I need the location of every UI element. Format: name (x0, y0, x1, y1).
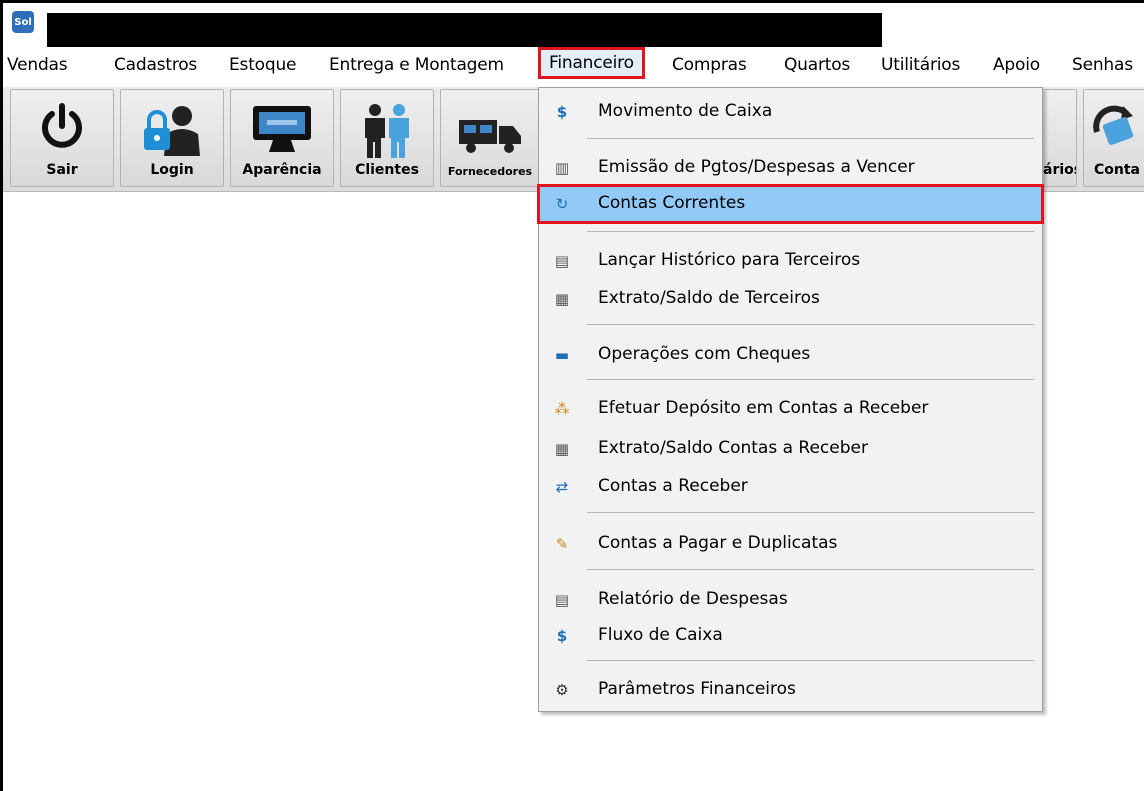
menu-separator (587, 660, 1034, 661)
pen-icon: ✎ (555, 535, 569, 553)
menu-item-parametros-financeiros[interactable]: ⚙ Parâmetros Financeiros (539, 672, 1042, 708)
toolbar-button-conta[interactable]: Conta (1083, 89, 1144, 187)
financeiro-dropdown-menu: $ Movimento de Caixa ▥ Emissão de Pgtos/… (537, 87, 1044, 712)
menu-item-label: Contas a Receber (598, 476, 748, 496)
calculator-icon: ▦ (554, 440, 570, 458)
bills-icon: ▥ (554, 159, 570, 177)
menu-item-label: Movimento de Caixa (598, 101, 773, 121)
toolbar-button-aparencia[interactable]: Aparência (230, 89, 334, 187)
toolbar-label: Conta (1094, 162, 1140, 178)
menu-item-label: Emissão de Pgtos/Despesas a Vencer (598, 157, 915, 177)
cash-register-icon: $ (556, 103, 568, 121)
monitor-icon (253, 106, 311, 152)
menu-item-movimento-de-caixa[interactable]: $ Movimento de Caixa (539, 94, 1042, 130)
cheque-icon: ▬ (554, 346, 570, 364)
menu-separator (587, 569, 1034, 570)
menu-entrega-e-montagem[interactable]: Entrega e Montagem (329, 55, 504, 75)
redacted-window-title (47, 13, 882, 48)
menu-apoio[interactable]: Apoio (993, 55, 1040, 75)
menu-item-label: Operações com Cheques (598, 344, 811, 364)
app-window: Sol Vendas Cadastros Estoque Entrega e M… (0, 0, 1144, 791)
menu-item-label: Extrato/Saldo de Terceiros (598, 288, 820, 308)
toolbar-label: ários (1043, 162, 1076, 178)
clipboard-add-icon: ▤ (554, 252, 570, 270)
toolbar-label: Aparência (242, 162, 322, 178)
receive-icon: ⇄ (555, 478, 569, 496)
menu-bar: Vendas Cadastros Estoque Entrega e Monta… (3, 47, 1144, 87)
menu-item-label: Lançar Histórico para Terceiros (598, 250, 861, 270)
toolbar-button-fornecedores[interactable]: Fornecedores (440, 89, 540, 187)
menu-item-contas-receber[interactable]: ⇄ Contas a Receber (539, 469, 1042, 505)
refresh-money-icon: ↻ (555, 195, 569, 213)
menu-item-label: Contas a Pagar e Duplicatas (598, 533, 838, 553)
cash-flow-icon: $ (556, 627, 568, 645)
menu-item-operacoes-cheques[interactable]: ▬ Operações com Cheques (539, 337, 1042, 373)
toolbar-label: Clientes (355, 162, 419, 178)
power-icon (42, 103, 82, 148)
app-logo-icon[interactable]: Sol (12, 11, 34, 33)
menu-vendas[interactable]: Vendas (7, 55, 68, 75)
menu-compras[interactable]: Compras (672, 55, 747, 75)
toolbar-button-login[interactable]: Login (120, 89, 224, 187)
calculator-icon: ▦ (554, 290, 570, 308)
menu-item-emissao-pgtos[interactable]: ▥ Emissão de Pgtos/Despesas a Vencer (539, 150, 1042, 186)
toolbar-label: Login (150, 162, 194, 178)
menu-item-extrato-contas-receber[interactable]: ▦ Extrato/Saldo Contas a Receber (539, 431, 1042, 467)
menu-item-label: Relatório de Despesas (598, 589, 788, 609)
toolbar-label: Fornecedores (447, 165, 533, 178)
menu-separator (587, 379, 1034, 380)
menu-estoque[interactable]: Estoque (229, 55, 296, 75)
menu-separator (587, 324, 1034, 325)
menu-quartos[interactable]: Quartos (784, 55, 850, 75)
people-icon (365, 104, 409, 158)
menu-item-fluxo-caixa[interactable]: $ Fluxo de Caixa (539, 618, 1042, 654)
menu-financeiro[interactable]: Financeiro (538, 47, 645, 79)
truck-icon (459, 120, 521, 153)
menu-cadastros[interactable]: Cadastros (114, 55, 197, 75)
gear-money-icon: ⚙ (555, 681, 569, 699)
menu-item-lancar-historico[interactable]: ▤ Lançar Histórico para Terceiros (539, 243, 1042, 279)
money-refresh-icon (1093, 105, 1134, 145)
menu-senhas[interactable]: Senhas (1072, 55, 1133, 75)
toolbar-button-sair[interactable]: Sair (10, 89, 114, 187)
menu-separator (587, 138, 1034, 139)
menu-separator (587, 512, 1034, 513)
menu-utilitarios[interactable]: Utilitários (881, 55, 960, 75)
menu-item-label: Extrato/Saldo Contas a Receber (598, 438, 868, 458)
toolbar-label: Sair (46, 162, 78, 178)
deposit-icon: ⁂ (554, 400, 570, 418)
menu-item-extrato-terceiros[interactable]: ▦ Extrato/Saldo de Terceiros (539, 281, 1042, 317)
menu-item-contas-correntes[interactable]: ↻ Contas Correntes (537, 184, 1044, 224)
menu-item-label: Contas Correntes (598, 193, 746, 213)
menu-item-label: Efetuar Depósito em Contas a Receber (598, 398, 929, 418)
lock-user-icon (144, 106, 200, 156)
menu-separator (587, 231, 1034, 232)
menu-item-contas-pagar[interactable]: ✎ Contas a Pagar e Duplicatas (539, 526, 1042, 562)
toolbar-button-clientes[interactable]: Clientes (340, 89, 434, 187)
menu-item-efetuar-deposito[interactable]: ⁂ Efetuar Depósito em Contas a Receber (539, 391, 1042, 427)
menu-item-label: Parâmetros Financeiros (598, 679, 796, 699)
menu-item-relatorio-despesas[interactable]: ▤ Relatório de Despesas (539, 582, 1042, 618)
menu-item-label: Fluxo de Caixa (598, 625, 723, 645)
report-icon: ▤ (554, 591, 570, 609)
toolbar-button-partial[interactable]: ários (1043, 89, 1077, 187)
title-bar: Sol (3, 3, 1144, 48)
